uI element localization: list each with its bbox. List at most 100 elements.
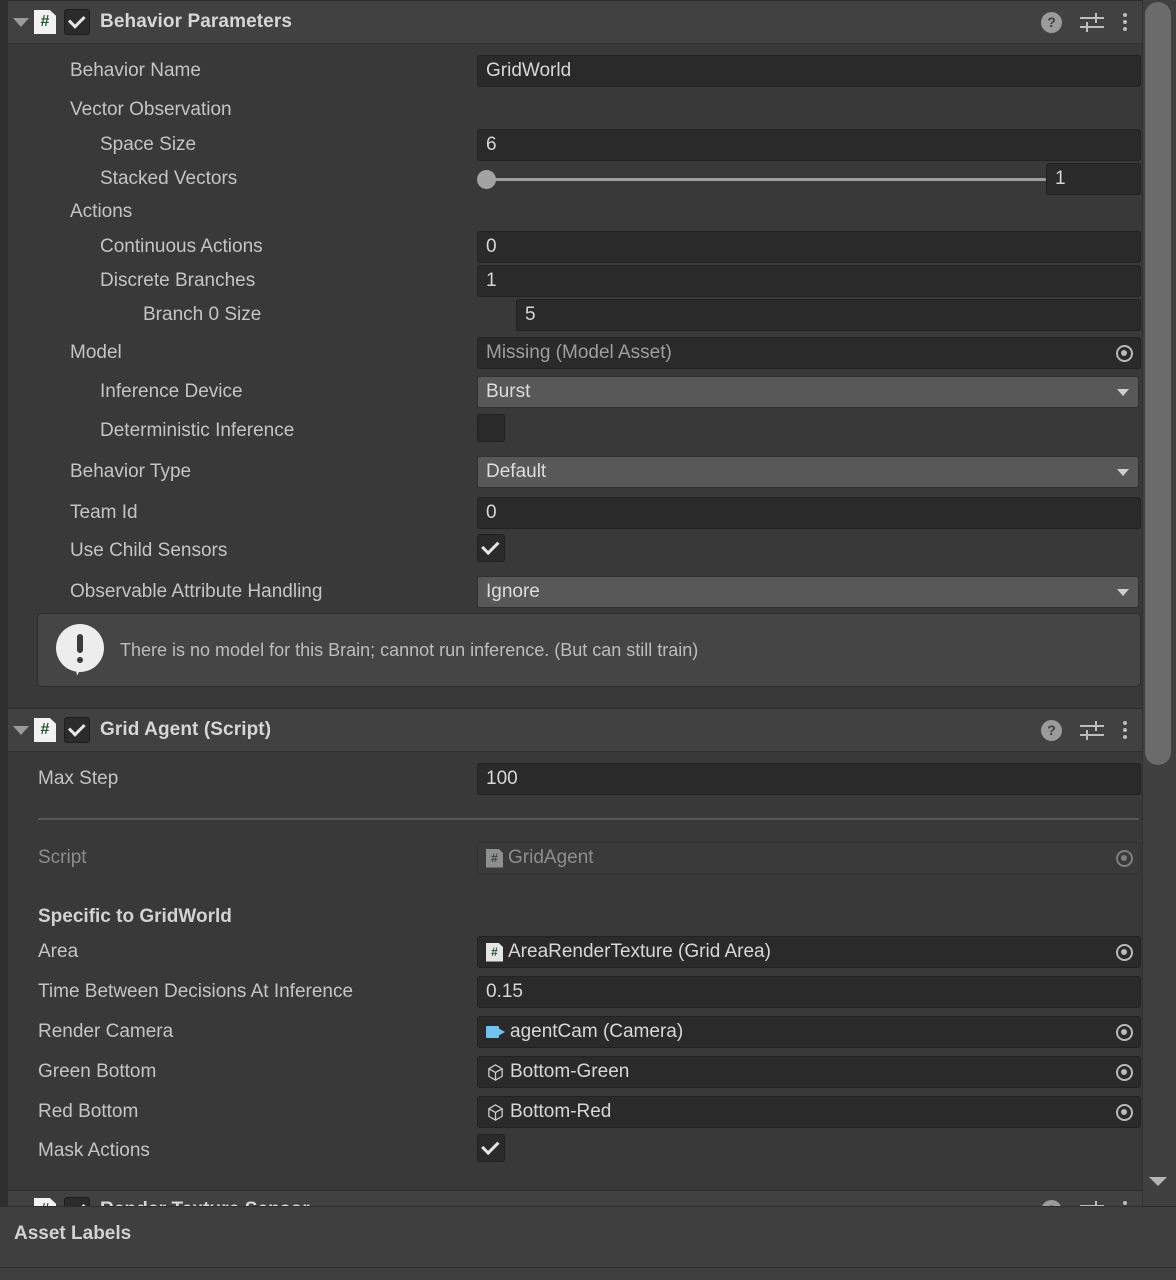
row-time-between-decisions: Time Between Decisions At Inference 0.15 xyxy=(8,975,1142,1009)
vertical-scrollbar-thumb[interactable] xyxy=(1145,2,1171,765)
object-field-area[interactable]: # AreaRenderTexture (Grid Area) xyxy=(477,936,1141,968)
value-continuous-actions: 0 xyxy=(486,236,497,257)
input-behavior-name[interactable]: GridWorld xyxy=(477,55,1141,87)
vertical-scrollbar-track[interactable] xyxy=(1142,0,1176,1206)
value-behavior-type: Default xyxy=(486,461,547,482)
more-menu-icon[interactable] xyxy=(1122,13,1128,31)
input-team-id[interactable]: 0 xyxy=(477,497,1141,529)
dropdown-observable-attribute-handling[interactable]: Ignore xyxy=(477,576,1139,608)
row-continuous-actions: Continuous Actions 0 xyxy=(8,230,1142,264)
object-picker-icon-render-camera[interactable] xyxy=(1111,1019,1137,1045)
section-divider xyxy=(38,818,1139,820)
input-stacked-vectors[interactable]: 1 xyxy=(1046,163,1141,195)
input-space-size[interactable]: 6 xyxy=(477,129,1141,161)
value-area: AreaRenderTexture (Grid Area) xyxy=(508,941,771,962)
help-icon[interactable]: ? xyxy=(1041,11,1062,33)
warning-icon xyxy=(54,624,106,676)
row-red-bottom: Red Bottom Bottom-Red xyxy=(8,1095,1142,1129)
object-field-render-camera[interactable]: agentCam (Camera) xyxy=(477,1016,1141,1048)
script-asset-icon: # xyxy=(486,848,503,868)
component-enabled-checkbox-grid-agent[interactable] xyxy=(64,717,90,743)
value-stacked-vectors: 1 xyxy=(1055,168,1066,189)
row-area: Area # AreaRenderTexture (Grid Area) xyxy=(8,935,1142,969)
row-use-child-sensors: Use Child Sensors xyxy=(8,534,1142,566)
component-body-grid-agent: Max Step 100 Script # GridAgent Specific… xyxy=(8,752,1142,1190)
foldout-arrow-grid-agent[interactable] xyxy=(8,708,34,752)
row-actions: Actions xyxy=(8,197,1142,227)
unity-inspector-panel: # Behavior Parameters ? Behavior Name Gr… xyxy=(0,0,1176,1280)
label-red-bottom: Red Bottom xyxy=(38,1101,139,1122)
preset-icon[interactable] xyxy=(1080,720,1104,740)
value-script: GridAgent xyxy=(508,847,594,868)
input-time-between-decisions[interactable]: 0.15 xyxy=(477,976,1141,1008)
label-vector-observation: Vector Observation xyxy=(70,99,232,120)
label-time-between-decisions: Time Between Decisions At Inference xyxy=(38,981,354,1002)
row-observable-attribute-handling: Observable Attribute Handling Ignore xyxy=(8,575,1142,609)
preset-icon[interactable] xyxy=(1080,12,1104,32)
object-field-red-bottom[interactable]: Bottom-Red xyxy=(477,1096,1141,1128)
section-title-specific-to-gridworld: Specific to GridWorld xyxy=(38,906,232,927)
gameobject-cube-icon xyxy=(486,1103,505,1122)
value-model: Missing (Model Asset) xyxy=(486,342,672,363)
component-header-grid-agent[interactable]: # Grid Agent (Script) ? xyxy=(8,708,1142,752)
help-box-message: There is no model for this Brain; cannot… xyxy=(120,639,699,660)
value-discrete-branches: 1 xyxy=(486,270,497,291)
row-discrete-branches: Discrete Branches 1 xyxy=(8,264,1142,298)
label-deterministic-inference: Deterministic Inference xyxy=(100,420,295,441)
help-box-no-model: There is no model for this Brain; cannot… xyxy=(37,613,1141,687)
row-mask-actions: Mask Actions xyxy=(8,1134,1142,1166)
slider-stacked-vectors[interactable] xyxy=(477,163,1046,195)
label-space-size: Space Size xyxy=(100,134,197,155)
dropdown-inference-device[interactable]: Burst xyxy=(477,376,1139,408)
asset-labels-divider xyxy=(0,1267,1176,1268)
label-continuous-actions: Continuous Actions xyxy=(100,236,263,257)
row-stacked-vectors: Stacked Vectors 1 xyxy=(8,162,1142,196)
checkbox-mask-actions[interactable] xyxy=(477,1134,505,1162)
value-green-bottom: Bottom-Green xyxy=(510,1061,630,1082)
label-behavior-type: Behavior Type xyxy=(70,461,192,482)
row-green-bottom: Green Bottom Bottom-Green xyxy=(8,1055,1142,1089)
checkbox-deterministic-inference[interactable] xyxy=(477,414,505,442)
row-max-step: Max Step 100 xyxy=(8,762,1142,796)
left-gutter xyxy=(0,0,8,1206)
component-enabled-checkbox-behavior-parameters[interactable] xyxy=(64,9,90,35)
scroll-down-arrow-icon[interactable] xyxy=(1149,1177,1167,1186)
slider-knob[interactable] xyxy=(477,170,496,189)
script-file-icon: # xyxy=(34,718,56,742)
row-space-size: Space Size 6 xyxy=(8,128,1142,162)
input-max-step[interactable]: 100 xyxy=(477,763,1141,795)
label-script: Script xyxy=(38,847,87,868)
object-picker-icon-red-bottom[interactable] xyxy=(1111,1099,1137,1125)
object-field-green-bottom[interactable]: Bottom-Green xyxy=(477,1056,1141,1088)
camera-icon xyxy=(486,1025,505,1039)
object-picker-icon-model[interactable] xyxy=(1111,340,1137,366)
help-icon[interactable]: ? xyxy=(1041,719,1062,741)
slider-track xyxy=(486,178,1046,181)
label-behavior-name: Behavior Name xyxy=(70,60,201,81)
value-max-step: 100 xyxy=(486,768,518,789)
value-red-bottom: Bottom-Red xyxy=(510,1101,612,1122)
object-picker-icon-area[interactable] xyxy=(1111,939,1137,965)
asset-labels-title: Asset Labels xyxy=(14,1223,132,1244)
input-continuous-actions[interactable]: 0 xyxy=(477,231,1141,263)
label-render-camera: Render Camera xyxy=(38,1021,174,1042)
row-render-camera: Render Camera agentCam (Camera) xyxy=(8,1015,1142,1049)
checkbox-use-child-sensors[interactable] xyxy=(477,534,505,562)
component-header-behavior-parameters[interactable]: # Behavior Parameters ? xyxy=(8,0,1142,44)
more-menu-icon[interactable] xyxy=(1122,721,1128,739)
value-team-id: 0 xyxy=(486,502,497,523)
asset-labels-bar[interactable]: Asset Labels xyxy=(0,1206,1176,1280)
component-header-icons: ? xyxy=(1041,719,1142,741)
input-discrete-branches[interactable]: 1 xyxy=(477,265,1141,297)
label-model: Model xyxy=(70,342,122,363)
object-field-model[interactable]: Missing (Model Asset) xyxy=(477,337,1141,369)
dropdown-behavior-type[interactable]: Default xyxy=(477,456,1139,488)
row-script: Script # GridAgent xyxy=(8,841,1142,875)
row-vector-observation: Vector Observation xyxy=(8,95,1142,125)
input-branch-0-size[interactable]: 5 xyxy=(516,299,1141,331)
foldout-arrow-behavior-parameters[interactable] xyxy=(8,0,34,44)
row-behavior-name: Behavior Name GridWorld xyxy=(8,54,1142,88)
label-use-child-sensors: Use Child Sensors xyxy=(70,540,228,561)
object-picker-icon-green-bottom[interactable] xyxy=(1111,1059,1137,1085)
label-mask-actions: Mask Actions xyxy=(38,1140,150,1161)
